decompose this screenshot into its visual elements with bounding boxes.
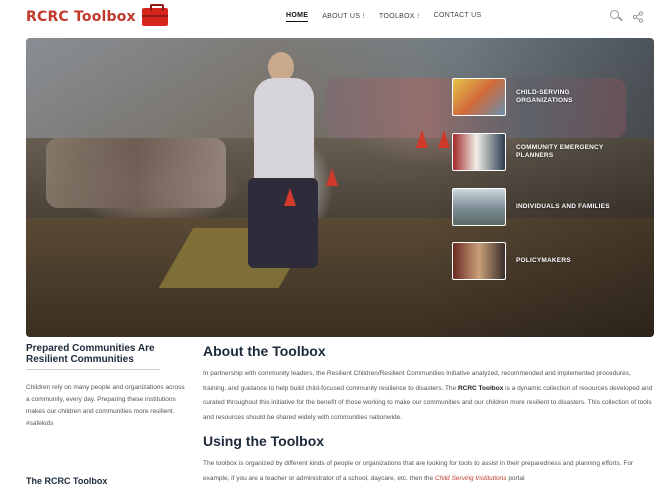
using-paragraph: The toolbox is organized by different ki…: [203, 457, 654, 486]
tile-community-emergency-planners[interactable]: COMMUNITY EMERGENCY PLANNERS: [452, 133, 626, 171]
tile-label: INDIVIDUALS AND FAMILIES: [516, 203, 610, 210]
nav-home[interactable]: HOME: [286, 12, 309, 22]
logo-text: RCRC Toolbox: [26, 9, 136, 25]
toolbox-icon: [141, 4, 168, 26]
rcrc-toolbox-bold: RCRC Toolbox: [457, 384, 504, 392]
share-icon[interactable]: [632, 10, 644, 23]
sidebar-subheading: The RCRC Toolbox: [26, 476, 108, 486]
sidebar: Prepared Communities Are Resilient Commu…: [26, 343, 190, 486]
sidebar-title: Prepared Communities Are Resilient Commu…: [26, 343, 155, 365]
tile-policymakers[interactable]: POLICYMAKERS: [452, 242, 626, 280]
tile-label: POLICYMAKERS: [516, 257, 571, 264]
hero-photo-child-body: [254, 78, 314, 188]
site-header: RCRC Toolbox HOME ABOUT US ⁝ TOOLBOX ⁝ C…: [0, 0, 654, 34]
about-heading: About the Toolbox: [203, 343, 326, 359]
tile-child-serving-organizations[interactable]: CHILD-SERVING ORGANIZATIONS: [452, 78, 626, 116]
tile-thumbnail-image: [452, 78, 506, 116]
hero-photo-child-legs: [248, 178, 318, 268]
tile-thumbnail-image: [452, 242, 506, 280]
using-heading: Using the Toolbox: [203, 433, 325, 449]
divider: [26, 369, 160, 370]
tile-label: CHILD-SERVING ORGANIZATIONS: [516, 89, 573, 104]
tile-thumbnail-image: [452, 133, 506, 171]
hero-photo-cone: [284, 188, 296, 206]
sidebar-body-text: Children rely on many people and organiz…: [26, 384, 185, 427]
search-icon[interactable]: [610, 10, 623, 22]
hero-photo-cone: [326, 168, 338, 186]
main-content: About the Toolbox In partnership with co…: [203, 343, 654, 486]
nav-about-us[interactable]: ABOUT US ⁝: [322, 12, 365, 22]
tile-individuals-and-families[interactable]: INDIVIDUALS AND FAMILIES: [452, 188, 626, 226]
header-icons: [610, 10, 644, 23]
hero-banner: CHILD-SERVING ORGANIZATIONS COMMUNITY EM…: [26, 38, 654, 337]
tile-label: COMMUNITY EMERGENCY PLANNERS: [516, 144, 604, 159]
tile-thumbnail-image: [452, 188, 506, 226]
nav-toolbox-label: TOOLBOX: [379, 13, 415, 20]
main-nav: HOME ABOUT US ⁝ TOOLBOX ⁝ CONTACT US: [286, 12, 482, 22]
using-text-end: portal: [506, 474, 525, 482]
hero-photo-crowd-left: [46, 138, 226, 208]
using-text-start: The toolbox is organized by different ki…: [203, 460, 634, 482]
nav-contact-us[interactable]: CONTACT US: [434, 12, 482, 22]
site-logo[interactable]: RCRC Toolbox: [26, 4, 168, 26]
child-serving-institutions-link[interactable]: Child Serving Institutions: [435, 475, 507, 482]
nav-about-us-label: ABOUT US: [322, 13, 361, 20]
about-paragraph: In partnership with community leaders, t…: [203, 367, 654, 425]
nav-toolbox[interactable]: TOOLBOX ⁝: [379, 12, 420, 22]
